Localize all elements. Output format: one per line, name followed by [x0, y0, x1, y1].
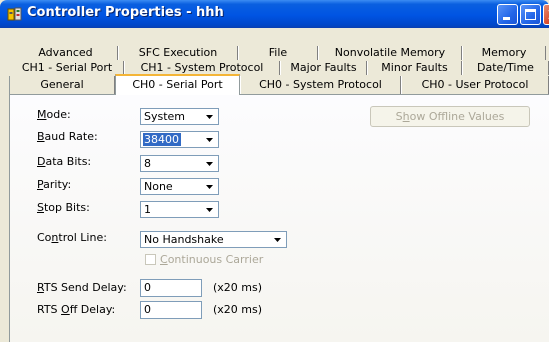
minimize-icon	[503, 17, 510, 20]
rts-send-delay-input[interactable]: 0	[140, 279, 202, 297]
tab-ch0-serial-port[interactable]: CH0 - Serial Port	[115, 74, 240, 95]
tab-label: CH1 - System Protocol	[140, 61, 264, 74]
show-offline-values-button[interactable]: Show Offline Values	[370, 106, 530, 127]
tab-label: Nonvolatile Memory	[334, 46, 446, 59]
control-line-value: No Handshake	[144, 233, 224, 246]
title-bar[interactable]: Controller Properties - hhh	[0, 0, 549, 28]
close-button[interactable]	[543, 4, 549, 25]
parity-value: None	[144, 180, 173, 193]
parity-select[interactable]: None	[140, 178, 219, 195]
tab-ch1-system-protocol[interactable]: CH1 - System Protocol	[124, 61, 280, 75]
rts-off-delay-label: RTS Off Delay:	[37, 303, 116, 316]
stop-bits-value: 1	[144, 203, 151, 216]
tab-label: Advanced	[38, 46, 93, 59]
chevron-down-icon[interactable]	[270, 233, 285, 246]
tab-ch0-system-protocol[interactable]: CH0 - System Protocol	[240, 76, 401, 94]
continuous-carrier-label: Continuous Carrier	[160, 253, 264, 266]
tab-label: CH0 - User Protocol	[421, 78, 529, 91]
baud-rate-label: Baud Rate:	[37, 130, 98, 143]
rts-off-delay-input[interactable]: 0	[140, 301, 202, 319]
data-bits-value: 8	[144, 157, 151, 170]
tab-label: General	[40, 78, 84, 91]
tab-label: SFC Execution	[138, 46, 218, 59]
tab-sfc-execution[interactable]: SFC Execution	[118, 46, 238, 60]
rts-off-delay-unit: (x20 ms)	[213, 303, 263, 316]
mode-select[interactable]: System	[140, 108, 219, 125]
tab-advanced[interactable]: Advanced	[14, 46, 118, 60]
tab-major-faults[interactable]: Major Faults	[280, 61, 367, 75]
tab-ch1-serial-port[interactable]: CH1 - Serial Port	[11, 61, 124, 75]
stop-bits-select[interactable]: 1	[140, 201, 219, 218]
window-title: Controller Properties - hhh	[27, 5, 224, 20]
rts-send-delay-label: RTS Send Delay:	[37, 281, 127, 294]
mode-label: Mode:	[37, 108, 71, 121]
rts-off-delay-value: 0	[144, 303, 151, 316]
baud-rate-value: 38400	[143, 133, 181, 146]
mode-value: System	[144, 110, 186, 123]
chevron-down-icon[interactable]	[202, 157, 217, 170]
tab-general[interactable]: General	[9, 76, 115, 94]
rts-send-delay-unit: (x20 ms)	[213, 281, 263, 294]
minimize-button[interactable]	[497, 4, 518, 25]
data-bits-select[interactable]: 8	[140, 155, 219, 172]
tab-label: CH1 - Serial Port	[21, 61, 113, 74]
control-line-select[interactable]: No Handshake	[140, 231, 287, 248]
controller-app-icon	[7, 7, 22, 21]
chevron-down-icon[interactable]	[202, 110, 217, 123]
tab-label: Date/Time	[477, 61, 534, 74]
chevron-down-icon[interactable]	[202, 203, 217, 216]
stop-bits-label: Stop Bits:	[37, 201, 90, 214]
close-icon	[548, 10, 549, 19]
chevron-down-icon[interactable]	[202, 180, 217, 193]
tab-nonvolatile-memory[interactable]: Nonvolatile Memory	[318, 46, 462, 60]
rts-send-delay-value: 0	[144, 281, 151, 294]
parity-label: Parity:	[37, 178, 72, 191]
tab-ch0-user-protocol[interactable]: CH0 - User Protocol	[401, 76, 549, 94]
controller-properties-window: Controller Properties - hhh Advanced SFC…	[0, 0, 549, 342]
maximize-button[interactable]	[520, 4, 541, 25]
tab-minor-faults[interactable]: Minor Faults	[367, 61, 462, 75]
tab-date-time[interactable]: Date/Time	[462, 61, 549, 75]
tab-label: CH0 - System Protocol	[259, 78, 382, 91]
maximize-icon	[525, 9, 536, 20]
chevron-down-icon[interactable]	[202, 133, 217, 146]
continuous-carrier-checkbox[interactable]	[145, 254, 156, 265]
control-line-label: Control Line:	[37, 231, 107, 244]
tab-memory[interactable]: Memory	[462, 46, 546, 60]
tab-label: CH0 - Serial Port	[132, 78, 223, 91]
data-bits-label: Data Bits:	[37, 155, 92, 168]
baud-rate-select[interactable]: 38400	[140, 131, 219, 148]
tab-label: File	[268, 46, 288, 59]
tab-label: Minor Faults	[381, 61, 448, 74]
tab-file[interactable]: File	[238, 46, 318, 60]
tab-label: Memory	[481, 46, 527, 59]
tab-label: Major Faults	[290, 61, 357, 74]
